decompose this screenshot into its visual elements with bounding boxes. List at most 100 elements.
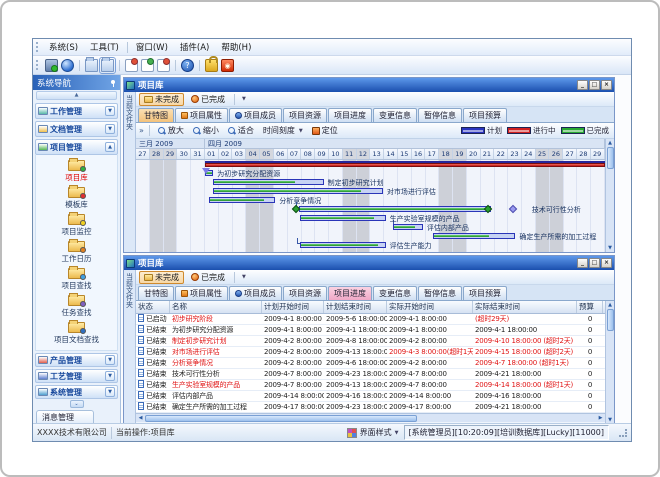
minimize-button[interactable]: _ <box>577 258 588 268</box>
chevron-up-icon[interactable]: ▲ <box>105 142 115 152</box>
table-row[interactable]: 已结束评估内部产品2009-4-14 8:00:002009-4-16 18:0… <box>136 391 605 402</box>
scroll-thumb[interactable] <box>607 309 614 331</box>
computer-icon[interactable] <box>45 59 58 72</box>
report-edit-icon[interactable] <box>141 59 154 72</box>
table-row[interactable]: 已结束分析竞争情况2009-4-2 8:00:002009-4-6 18:00:… <box>136 358 605 369</box>
tab-项目属性[interactable]: 项目属性 <box>175 286 228 300</box>
sidebar-item-项目库[interactable]: 项目库 <box>36 158 117 185</box>
gantt-task-bar[interactable] <box>300 242 386 248</box>
gantt-task-bar[interactable] <box>213 188 383 194</box>
filter-button-已完成[interactable]: 已完成 <box>187 93 229 106</box>
pin-icon[interactable] <box>110 80 116 86</box>
tab-项目进度[interactable]: 项目进度 <box>328 108 372 122</box>
chevron-down-icon[interactable]: ▼ <box>105 371 115 381</box>
toolbar-drag-handle[interactable] <box>36 60 39 70</box>
scroll-down-arrow-icon[interactable]: ▼ <box>608 244 612 252</box>
maximize-button[interactable]: □ <box>589 258 600 268</box>
gantt-task-bar[interactable] <box>299 206 491 212</box>
sidebar-group-文档管理[interactable]: 文档管理▼ <box>35 121 118 137</box>
sidebar-item-项目查找[interactable]: 项目查找 <box>36 266 117 293</box>
table-row[interactable]: 已启动初步研究阶段2009-4-1 8:00:002009-5-6 18:00:… <box>136 314 605 325</box>
scroll-up-arrow-icon[interactable]: ▲ <box>608 301 612 309</box>
sidebar-item-项目文档查找[interactable]: 项目文档查找 <box>36 320 117 347</box>
close-button[interactable]: × <box>601 80 612 90</box>
filter-dropdown-icon[interactable]: ▼ <box>242 96 246 102</box>
tab-项目属性[interactable]: 项目属性 <box>175 108 228 122</box>
tab-暂停信息[interactable]: 暂停信息 <box>418 108 462 122</box>
folder-open-icon[interactable] <box>101 59 114 72</box>
filter-dropdown-icon[interactable]: ▼ <box>242 274 246 280</box>
report-delete-icon[interactable] <box>157 59 170 72</box>
tool-时间刻度[interactable]: 时间刻度▼ <box>260 124 306 137</box>
close-button[interactable]: × <box>601 258 612 268</box>
tab-项目资源[interactable]: 项目资源 <box>283 108 327 122</box>
gantt-task-bar[interactable] <box>209 197 275 203</box>
menu-item-2[interactable]: 窗口(W) <box>130 40 174 54</box>
maximize-button[interactable]: □ <box>589 80 600 90</box>
report-new-icon[interactable] <box>125 59 138 72</box>
filter-button-未完成[interactable]: 未完成 <box>139 93 184 106</box>
side-tab-strip[interactable]: 当前文件夹 <box>124 270 136 423</box>
tab-暂停信息[interactable]: 暂停信息 <box>418 286 462 300</box>
gantt-vertical-scrollbar[interactable]: ▲▼ <box>605 139 614 252</box>
gantt-task-bar[interactable] <box>213 179 323 185</box>
menu-item-1[interactable]: 工具(T) <box>84 40 125 54</box>
window-title-bar[interactable]: 项目库_□× <box>124 256 614 270</box>
filter-button-未完成[interactable]: 未完成 <box>139 271 184 284</box>
side-tab-strip[interactable]: 当前文件夹 <box>124 92 136 252</box>
filter-button-已完成[interactable]: 已完成 <box>187 271 229 284</box>
tool-缩小[interactable]: 缩小 <box>190 124 222 137</box>
column-header-预算[interactable]: 预算 <box>577 301 603 313</box>
sidebar-group-工作管理[interactable]: 工作管理▼ <box>35 103 118 119</box>
chevron-down-icon[interactable]: ▼ <box>105 106 115 116</box>
menu-item-0[interactable]: 系统(S) <box>43 40 84 54</box>
column-header-计划开始时间[interactable]: 计划开始时间 <box>262 301 324 313</box>
table-horizontal-scrollbar[interactable]: ◀▶ <box>136 413 605 422</box>
scroll-thumb[interactable] <box>607 147 614 169</box>
table-row[interactable]: 已结束制定初步研究计划2009-4-2 8:00:002009-4-8 18:0… <box>136 336 605 347</box>
scroll-right-arrow-icon[interactable]: ▶ <box>596 415 605 421</box>
sidebar-item-工作日历[interactable]: 工作日历 <box>36 239 117 266</box>
tab-message-management[interactable]: 消息管理 <box>36 410 94 423</box>
column-header-实际结束时间[interactable]: 实际结束时间 <box>473 301 577 313</box>
scroll-left-arrow-icon[interactable]: ◀ <box>136 415 145 421</box>
menu-item-3[interactable]: 插件(A) <box>174 40 215 54</box>
tool-适合[interactable]: 适合 <box>225 124 257 137</box>
chevron-down-icon[interactable]: ▼ <box>105 124 115 134</box>
gantt-summary-bar[interactable] <box>205 161 605 168</box>
table-row[interactable]: 已结束对市场进行评估2009-4-2 8:00:002009-4-13 18:0… <box>136 347 605 358</box>
sidebar-group-工艺管理[interactable]: 工艺管理▼ <box>35 369 118 383</box>
ui-style-button[interactable]: 界面样式 <box>360 427 392 438</box>
column-header-计划结束时间[interactable]: 计划结束时间 <box>324 301 387 313</box>
tab-项目进度[interactable]: 项目进度 <box>328 286 372 300</box>
tab-项目成员[interactable]: 项目成员 <box>229 108 282 122</box>
tab-项目预算[interactable]: 项目预算 <box>463 108 507 122</box>
scroll-thumb[interactable] <box>145 415 417 422</box>
sidebar-group-系统管理[interactable]: 系统管理▼ <box>35 385 118 399</box>
sidebar-group-项目管理[interactable]: 项目管理▲ <box>35 139 118 155</box>
tab-变更信息[interactable]: 变更信息 <box>373 108 417 122</box>
table-row[interactable]: 已结束为初步研究分配资源2009-4-1 8:00:002009-4-1 18:… <box>136 325 605 336</box>
tool-定位[interactable]: 定位 <box>309 124 341 137</box>
scroll-down-arrow-icon[interactable]: ▼ <box>608 416 612 423</box>
folder-icon[interactable] <box>85 59 98 72</box>
chevron-down-icon[interactable]: ▼ <box>105 387 115 397</box>
tab-项目成员[interactable]: 项目成员 <box>229 286 282 300</box>
ui-style-dropdown-icon[interactable]: ▼ <box>395 430 399 436</box>
toolbar-overflow-icon[interactable]: » <box>139 126 144 135</box>
table-vertical-scrollbar[interactable]: ▲▼ <box>605 301 614 423</box>
tab-甘特图[interactable]: 甘特图 <box>138 286 174 300</box>
column-header-实际开始时间[interactable]: 实际开始时间 <box>387 301 473 313</box>
column-header-名称[interactable]: 名称 <box>170 301 262 313</box>
tab-变更信息[interactable]: 变更信息 <box>373 286 417 300</box>
gantt-task-bar[interactable] <box>393 224 423 230</box>
menu-item-4[interactable]: 帮助(H) <box>215 40 257 54</box>
table-row[interactable]: 已结束确定生产所需的加工过程2009-4-17 8:00:002009-4-23… <box>136 402 605 413</box>
column-header-状态[interactable]: 状态 <box>136 301 170 313</box>
gantt-task-bar[interactable] <box>300 215 386 221</box>
sidebar-item-项目监控[interactable]: 项目监控 <box>36 212 117 239</box>
gantt-task-bar[interactable] <box>433 233 516 239</box>
table-row[interactable]: 已结束技术可行性分析2009-4-7 8:00:002009-4-23 18:0… <box>136 369 605 380</box>
tab-项目预算[interactable]: 项目预算 <box>463 286 507 300</box>
window-title-bar[interactable]: 项目库_□× <box>124 78 614 92</box>
